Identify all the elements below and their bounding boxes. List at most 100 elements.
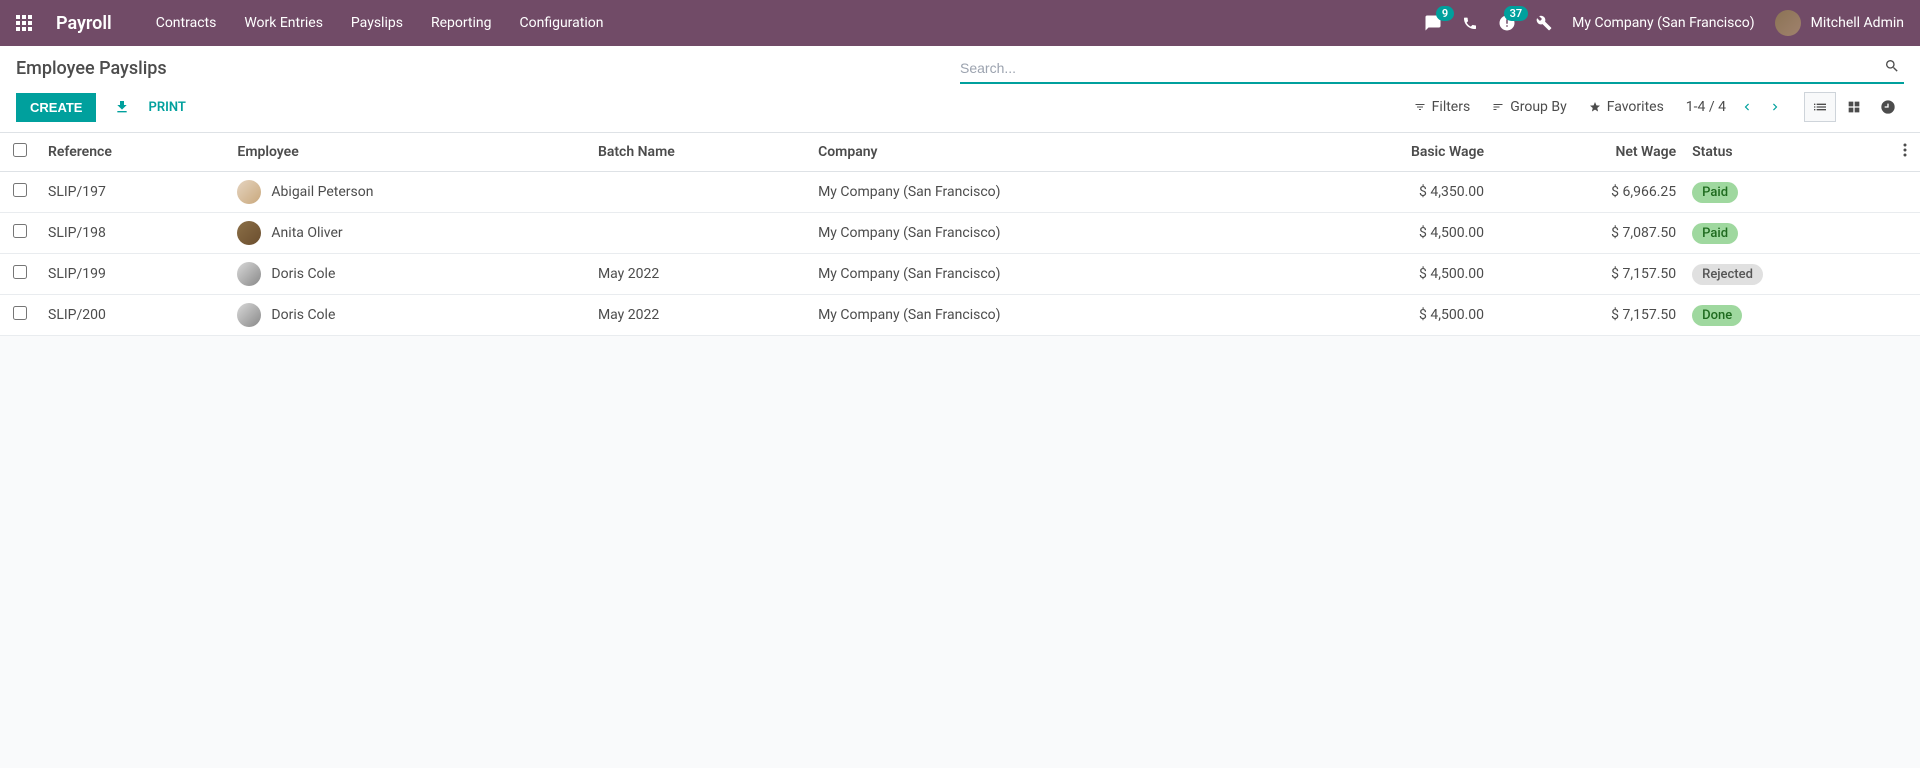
row-checkbox-cell — [0, 172, 40, 213]
cell-batch: May 2022 — [590, 295, 810, 336]
status-badge: Paid — [1692, 223, 1738, 244]
activity-view-icon[interactable] — [1872, 92, 1904, 122]
col-company[interactable]: Company — [810, 133, 1281, 172]
view-switcher — [1804, 92, 1904, 122]
filters-label: Filters — [1432, 99, 1471, 115]
company-selector[interactable]: My Company (San Francisco) — [1572, 15, 1754, 31]
breadcrumb: Employee Payslips — [16, 58, 167, 79]
cell-employee: Anita Oliver — [229, 213, 590, 254]
col-employee[interactable]: Employee — [229, 133, 590, 172]
control-panel: Employee Payslips CREATE PRINT Filters G… — [0, 46, 1920, 133]
row-checkbox[interactable] — [13, 224, 27, 238]
cell-net-wage: $ 7,157.50 — [1492, 254, 1684, 295]
search-icon[interactable] — [1880, 58, 1904, 78]
cell-net-wage: $ 7,087.50 — [1492, 213, 1684, 254]
user-menu[interactable]: Mitchell Admin — [1775, 10, 1904, 36]
favorites-label: Favorites — [1607, 99, 1664, 115]
activities-badge: 37 — [1504, 6, 1529, 21]
nav-configuration[interactable]: Configuration — [520, 15, 604, 31]
cell-status: Paid — [1684, 172, 1890, 213]
nav-contracts[interactable]: Contracts — [156, 15, 217, 31]
tools-icon[interactable] — [1536, 15, 1552, 31]
kanban-view-icon[interactable] — [1838, 92, 1870, 122]
cell-basic-wage: $ 4,500.00 — [1281, 295, 1492, 336]
cell-basic-wage: $ 4,500.00 — [1281, 213, 1492, 254]
employee-avatar-icon — [237, 303, 261, 327]
row-checkbox[interactable] — [13, 306, 27, 320]
col-status[interactable]: Status — [1684, 133, 1890, 172]
cell-company: My Company (San Francisco) — [810, 254, 1281, 295]
cell-batch — [590, 213, 810, 254]
search-input[interactable] — [960, 60, 1880, 76]
app-brand[interactable]: Payroll — [56, 13, 112, 34]
row-checkbox[interactable] — [13, 265, 27, 279]
user-name: Mitchell Admin — [1811, 15, 1904, 31]
cell-company: My Company (San Francisco) — [810, 213, 1281, 254]
col-batch[interactable]: Batch Name — [590, 133, 810, 172]
apps-icon[interactable] — [16, 15, 32, 31]
list-view-icon[interactable] — [1804, 92, 1836, 122]
table-row[interactable]: SLIP/198Anita Oliver My Company (San Fran… — [0, 213, 1920, 254]
cell-net-wage: $ 7,157.50 — [1492, 295, 1684, 336]
employee-name: Doris Cole — [271, 266, 335, 282]
cell-basic-wage: $ 4,500.00 — [1281, 254, 1492, 295]
cell-company: My Company (San Francisco) — [810, 295, 1281, 336]
table-row[interactable]: SLIP/197Abigail PetersonMy Company (San … — [0, 172, 1920, 213]
print-button[interactable]: PRINT — [148, 100, 185, 115]
nav-reporting[interactable]: Reporting — [431, 15, 492, 31]
pager-prev-icon[interactable] — [1740, 100, 1754, 114]
col-net-wage[interactable]: Net Wage — [1492, 133, 1684, 172]
search-bar — [960, 58, 1904, 84]
download-icon[interactable] — [114, 99, 130, 115]
col-options — [1890, 133, 1920, 172]
employee-name: Doris Cole — [271, 307, 335, 323]
cell-status: Paid — [1684, 213, 1890, 254]
messages-icon[interactable]: 9 — [1424, 14, 1442, 32]
search-options: Filters Group By Favorites 1-4 / 4 — [1394, 92, 1904, 122]
create-button[interactable]: CREATE — [16, 93, 96, 122]
cell-options — [1890, 172, 1920, 213]
cell-reference: SLIP/197 — [40, 172, 229, 213]
nav-left: Payroll Contracts Work Entries Payslips … — [16, 13, 603, 34]
groupby-label: Group By — [1510, 99, 1567, 115]
cell-status: Done — [1684, 295, 1890, 336]
cell-reference: SLIP/198 — [40, 213, 229, 254]
phone-icon[interactable] — [1462, 15, 1478, 31]
col-checkbox — [0, 133, 40, 172]
nav-right: 9 37 My Company (San Francisco) Mitchell… — [1424, 10, 1904, 36]
row-checkbox-cell — [0, 254, 40, 295]
table-row[interactable]: SLIP/199Doris ColeMay 2022My Company (Sa… — [0, 254, 1920, 295]
payslip-table: Reference Employee Batch Name Company Ba… — [0, 133, 1920, 336]
status-badge: Paid — [1692, 182, 1738, 203]
employee-name: Abigail Peterson — [271, 184, 373, 200]
top-navbar: Payroll Contracts Work Entries Payslips … — [0, 0, 1920, 46]
nav-work-entries[interactable]: Work Entries — [244, 15, 323, 31]
cell-options — [1890, 254, 1920, 295]
cell-employee: Doris Cole — [229, 295, 590, 336]
favorites-dropdown[interactable]: Favorites — [1589, 99, 1664, 115]
employee-avatar-icon — [237, 262, 261, 286]
status-badge: Done — [1692, 305, 1742, 326]
cell-net-wage: $ 6,966.25 — [1492, 172, 1684, 213]
row-checkbox[interactable] — [13, 183, 27, 197]
cell-status: Rejected — [1684, 254, 1890, 295]
select-all-checkbox[interactable] — [13, 143, 27, 157]
pager-text[interactable]: 1-4 / 4 — [1686, 99, 1726, 115]
cell-reference: SLIP/199 — [40, 254, 229, 295]
nav-payslips[interactable]: Payslips — [351, 15, 403, 31]
cell-basic-wage: $ 4,350.00 — [1281, 172, 1492, 213]
activities-icon[interactable]: 37 — [1498, 14, 1516, 32]
col-reference[interactable]: Reference — [40, 133, 229, 172]
groupby-dropdown[interactable]: Group By — [1492, 99, 1567, 115]
messages-badge: 9 — [1436, 6, 1454, 21]
table-row[interactable]: SLIP/200Doris ColeMay 2022My Company (Sa… — [0, 295, 1920, 336]
cp-bottom: CREATE PRINT Filters Group By Favorites … — [16, 92, 1904, 132]
pager-next-icon[interactable] — [1768, 100, 1782, 114]
cp-top: Employee Payslips — [16, 58, 1904, 84]
column-options-icon[interactable] — [1903, 145, 1907, 161]
col-basic-wage[interactable]: Basic Wage — [1281, 133, 1492, 172]
status-badge: Rejected — [1692, 264, 1763, 285]
user-avatar-icon — [1775, 10, 1801, 36]
filters-dropdown[interactable]: Filters — [1414, 99, 1471, 115]
cell-batch — [590, 172, 810, 213]
